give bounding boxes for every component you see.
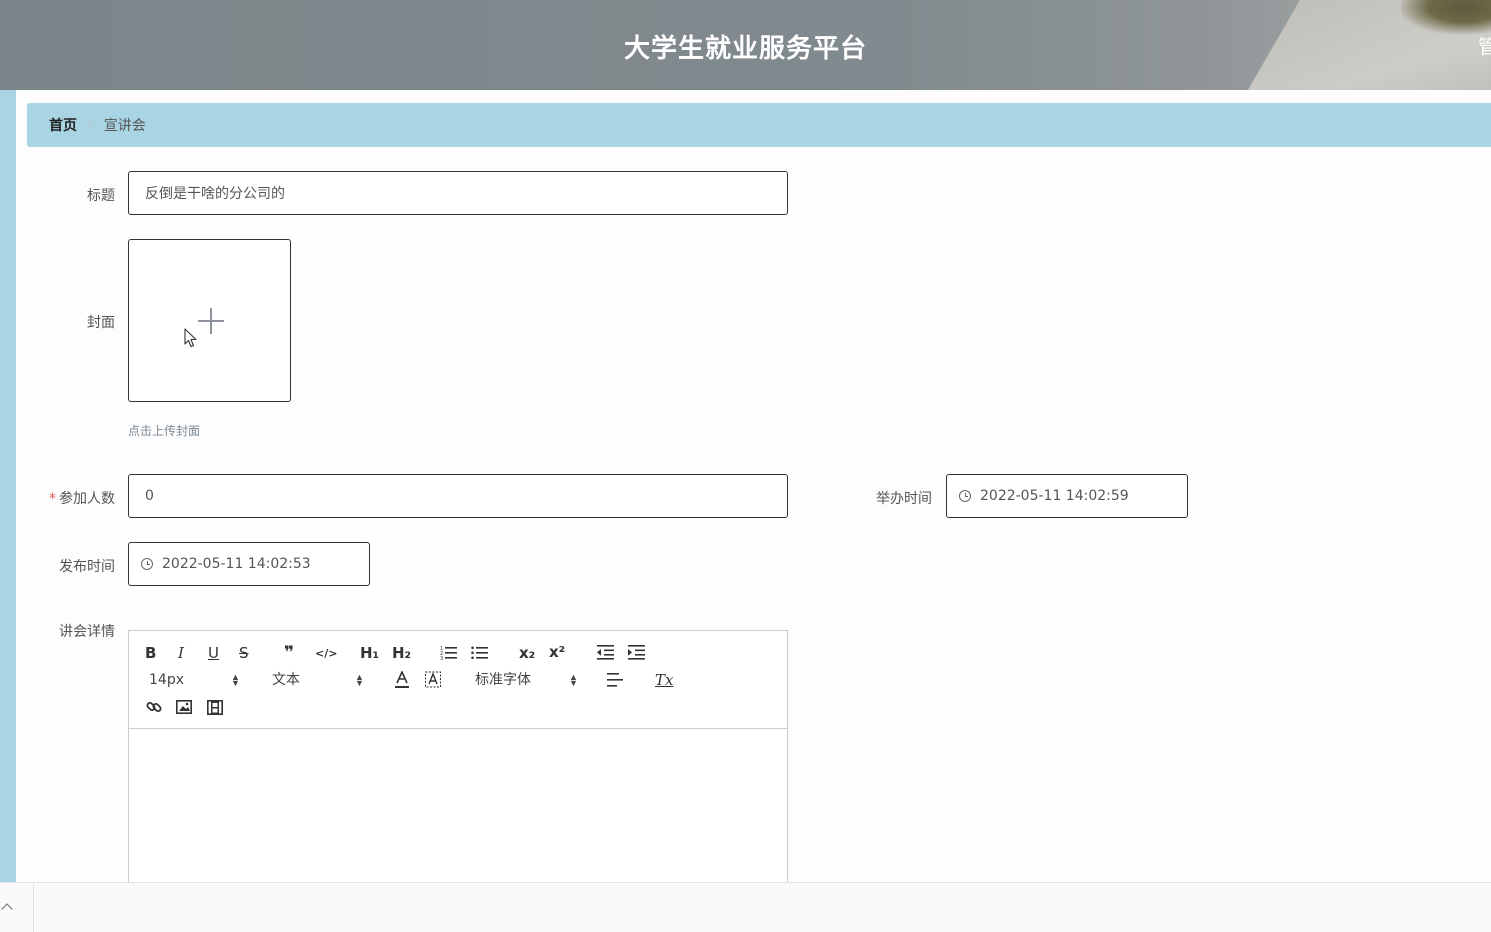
font-size-select[interactable]: 14px (149, 671, 184, 689)
font-size-arrows-icon: ▲ ▼ (231, 672, 240, 688)
breadcrumb-separator: / (88, 117, 93, 133)
top-header: 大学生就业服务平台 管 (0, 0, 1491, 90)
rich-text-editor: B I U S ❞ </> H₁ H₂ 1 2 3 x₂ x² 14px ▲▼ (128, 630, 788, 890)
participants-input[interactable]: 0 (128, 474, 788, 518)
link-icon[interactable] (146, 699, 162, 715)
chevron-up-icon[interactable] (1, 903, 13, 915)
header-1-button[interactable]: H₁ (360, 644, 379, 662)
clock-icon (141, 558, 153, 570)
site-title: 大学生就业服务平台 (623, 34, 867, 64)
video-icon[interactable] (207, 700, 223, 715)
subscript-button[interactable]: x₂ (519, 644, 535, 662)
clean-format-button[interactable]: Tx (655, 671, 673, 689)
participants-label-text: 参加人数 (59, 491, 115, 507)
header-select-arrows-icon: ▲ ▼ (355, 672, 364, 688)
sidebar-rail (0, 90, 16, 882)
cover-upload-tip: 点击上传封面 (128, 424, 201, 438)
title-label: 标题 (87, 188, 115, 204)
bottom-bar-divider (33, 883, 34, 932)
bottom-bar (0, 882, 1491, 932)
ordered-list-icon[interactable]: 1 2 3 (440, 645, 458, 661)
plus-icon (198, 308, 224, 334)
publish-time-label: 发布时间 (59, 559, 115, 575)
required-mark: * (49, 491, 56, 507)
bullet-list-icon[interactable] (471, 645, 489, 661)
cover-label: 封面 (87, 315, 115, 331)
header-2-button[interactable]: H₂ (392, 644, 411, 662)
admin-menu[interactable]: 管 (1478, 32, 1491, 59)
code-block-button[interactable]: </> (315, 645, 337, 663)
header-select[interactable]: 文本 (272, 671, 300, 689)
breadcrumb-current: 宣讲会 (103, 118, 146, 134)
cover-uploader[interactable] (128, 239, 291, 402)
outdent-icon[interactable] (597, 645, 614, 660)
clock-icon (959, 490, 971, 502)
publish-time-value: 2022-05-11 14:02:53 (162, 556, 311, 572)
title-input[interactable]: 反倒是干啥的分公司的 (128, 171, 788, 215)
breadcrumb: 首页 / 宣讲会 (27, 103, 1491, 147)
editor-content-area[interactable] (129, 730, 787, 890)
align-icon[interactable] (607, 673, 624, 687)
blockquote-button[interactable]: ❞ (284, 644, 294, 662)
hold-time-picker[interactable]: 2022-05-11 14:02:59 (946, 474, 1188, 518)
indent-icon[interactable] (628, 645, 645, 660)
breadcrumb-home[interactable]: 首页 (49, 115, 77, 135)
italic-button[interactable]: I (178, 644, 184, 662)
text-color-icon[interactable] (394, 671, 410, 689)
superscript-button[interactable]: x² (549, 643, 565, 661)
svg-text:3: 3 (440, 656, 443, 661)
strike-button[interactable]: S (239, 644, 249, 662)
participants-input-value: 0 (145, 488, 154, 504)
bold-button[interactable]: B (145, 644, 156, 662)
details-label: 讲会详情 (59, 624, 115, 640)
hold-time-label: 举办时间 (876, 491, 932, 507)
editor-toolbar: B I U S ❞ </> H₁ H₂ 1 2 3 x₂ x² 14px ▲▼ (129, 631, 787, 729)
font-family-select[interactable]: 标准字体 (475, 671, 531, 689)
background-color-icon[interactable] (425, 671, 441, 689)
font-family-arrows-icon: ▲ ▼ (569, 672, 578, 688)
hold-time-value: 2022-05-11 14:02:59 (980, 488, 1129, 504)
image-icon[interactable] (176, 700, 192, 714)
underline-button[interactable]: U (208, 644, 219, 662)
participants-label: * 参加人数 (38, 488, 115, 508)
title-input-value: 反倒是干啥的分公司的 (145, 186, 285, 202)
publish-time-picker[interactable]: 2022-05-11 14:02:53 (128, 542, 370, 586)
mouse-cursor-icon (184, 328, 197, 348)
